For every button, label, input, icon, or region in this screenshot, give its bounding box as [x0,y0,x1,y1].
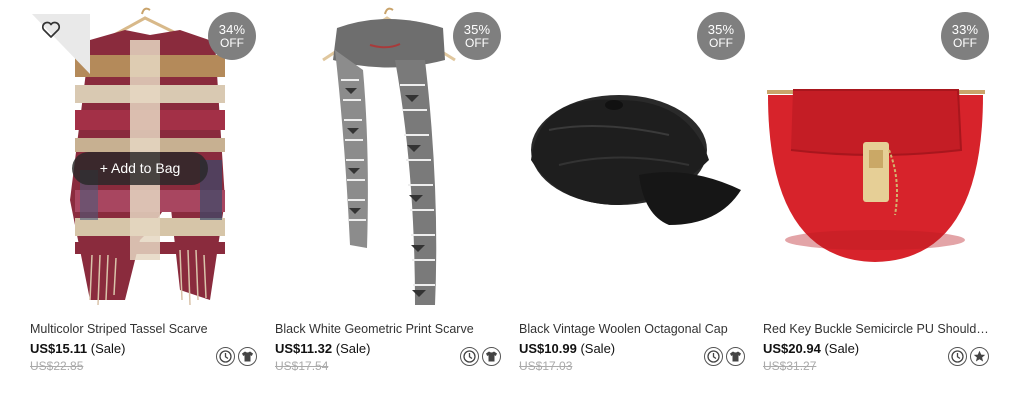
original-price: US$17.54 [275,359,329,373]
original-price: US$22.85 [30,359,84,373]
add-to-bag-button[interactable]: + Add to Bag [72,152,208,185]
discount-percent: 35% [707,22,735,37]
price-row: US$15.11 (Sale) [30,341,125,356]
product-image[interactable]: 34% OFF + Add to Bag [30,0,260,312]
product-card[interactable]: 35% OFF Black Vintage Woolen Octagonal C… [519,0,749,403]
sale-price: US$15.11 [30,341,88,356]
product-grid: 34% OFF + Add to Bag Multicolor Striped … [0,0,1024,403]
discount-percent: 35% [463,22,491,37]
heart-icon[interactable] [41,21,63,41]
discount-off-label: OFF [709,36,733,50]
product-card[interactable]: 33% OFF Red Key Buckle Semicircle PU Sho… [763,0,993,403]
discount-badge: 33% OFF [941,12,989,60]
discount-badge: 35% OFF [453,12,501,60]
sale-label: (Sale) [824,341,860,356]
star-icon[interactable] [970,347,989,366]
clock-icon[interactable] [216,347,235,366]
product-card[interactable]: 35% OFF Black White Geometric Print Scar… [275,0,505,403]
discount-badge: 35% OFF [697,12,745,60]
sale-price: US$11.32 [275,341,333,356]
original-price: US$31.27 [763,359,817,373]
discount-badge: 34% OFF [208,12,256,60]
product-card[interactable]: 34% OFF + Add to Bag Multicolor Striped … [30,0,260,403]
price-row: US$20.94 (Sale) [763,341,859,356]
shirt-icon[interactable] [482,347,501,366]
clock-icon[interactable] [948,347,967,366]
discount-off-label: OFF [220,36,244,50]
discount-percent: 34% [218,22,246,37]
product-image[interactable]: 33% OFF [763,0,993,312]
clock-icon[interactable] [460,347,479,366]
product-image[interactable]: 35% OFF [519,0,749,312]
discount-off-label: OFF [953,36,977,50]
shirt-icon[interactable] [238,347,257,366]
discount-off-label: OFF [465,36,489,50]
sale-price: US$10.99 [519,341,577,356]
product-title[interactable]: Multicolor Striped Tassel Scarve [30,322,260,336]
price-row: US$10.99 (Sale) [519,341,615,356]
sale-price: US$20.94 [763,341,821,356]
sale-label: (Sale) [335,341,371,356]
product-title[interactable]: Black White Geometric Print Scarve [275,322,505,336]
price-row: US$11.32 (Sale) [275,341,370,356]
sale-label: (Sale) [580,341,616,356]
product-title[interactable]: Black Vintage Woolen Octagonal Cap [519,322,749,336]
product-image[interactable]: 35% OFF [275,0,505,312]
shirt-icon[interactable] [726,347,745,366]
clock-icon[interactable] [704,347,723,366]
discount-percent: 33% [951,22,979,37]
product-title[interactable]: Red Key Buckle Semicircle PU Shoulder... [763,322,993,336]
sale-label: (Sale) [90,341,126,356]
original-price: US$17.03 [519,359,573,373]
